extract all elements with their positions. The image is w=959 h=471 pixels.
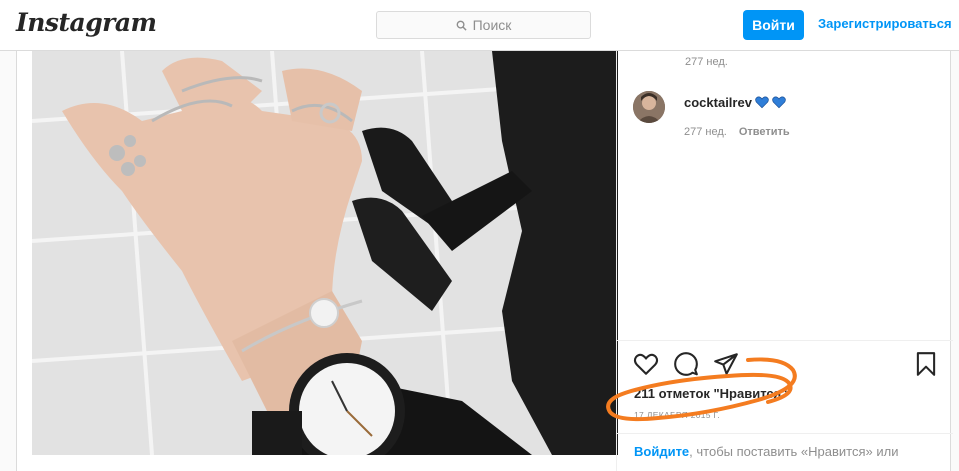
register-link[interactable]: Зарегистрироваться: [818, 16, 952, 31]
search-icon: [456, 20, 467, 31]
post-date[interactable]: 17 ДЕКАБРЯ 2015 Г.: [634, 410, 720, 420]
login-button[interactable]: Войти: [743, 10, 804, 40]
bookmark-icon[interactable]: [913, 351, 939, 377]
search-box[interactable]: Поиск: [376, 11, 591, 39]
login-prompt-text: , чтобы поставить «Нравится» или: [689, 444, 899, 459]
comment-username[interactable]: cocktailrev: [684, 95, 752, 110]
blue-heart-icon: [755, 96, 769, 109]
comment-time: 277 нед.: [685, 56, 728, 68]
photo-illustration: [32, 51, 618, 455]
search-placeholder: Поиск: [472, 17, 512, 33]
avatar[interactable]: [633, 91, 665, 123]
divider: [617, 340, 953, 341]
post-photo[interactable]: [32, 51, 618, 455]
reply-button[interactable]: Ответить: [739, 126, 790, 138]
instagram-logo[interactable]: Instagram: [16, 8, 157, 37]
likes-count[interactable]: 211 отметок "Нравится": [634, 386, 787, 401]
divider: [617, 433, 953, 434]
comment-time: 277 нед.: [684, 126, 727, 138]
top-nav: Instagram Поиск Войти Зарегистрироваться: [0, 0, 959, 51]
login-prompt: Войдите, чтобы поставить «Нравится» или: [634, 444, 952, 459]
comment-meta: 277 нед. Ответить: [684, 126, 790, 138]
blue-heart-icon: [772, 96, 786, 109]
like-heart-icon[interactable]: [633, 351, 659, 377]
comment-author: cocktailrev: [684, 95, 786, 110]
share-plane-icon[interactable]: [713, 351, 739, 377]
post-sidebar: 277 нед. cocktailrev 277 нед. Ответить 2…: [616, 51, 953, 471]
login-link[interactable]: Войдите: [634, 444, 689, 459]
post-container: 277 нед. cocktailrev 277 нед. Ответить 2…: [16, 51, 953, 471]
avatar-image: [633, 91, 665, 123]
comment-bubble-icon[interactable]: [673, 351, 699, 377]
